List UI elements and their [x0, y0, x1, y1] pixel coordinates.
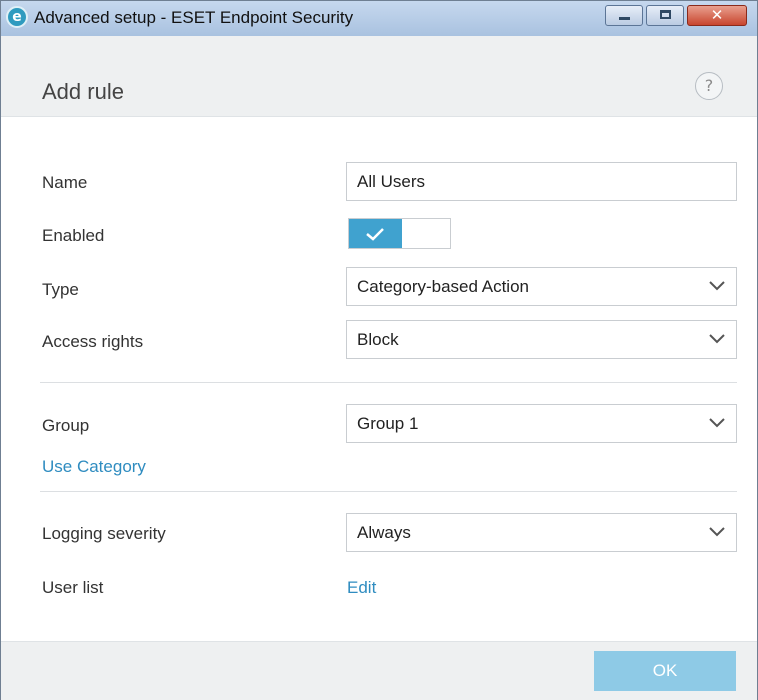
group-select-value: Group 1 — [357, 414, 419, 433]
type-select[interactable]: Category-based Action — [346, 267, 737, 306]
user-list-label: User list — [42, 578, 104, 597]
toggle-on-segment — [349, 219, 402, 248]
maximize-icon — [660, 10, 671, 19]
eset-app-icon: e — [6, 6, 28, 28]
type-label: Type — [42, 280, 79, 299]
check-icon — [366, 228, 384, 241]
enabled-label: Enabled — [42, 226, 105, 245]
help-icon[interactable]: ? — [695, 72, 723, 100]
section-divider — [40, 491, 737, 492]
chevron-down-icon — [708, 333, 726, 345]
logging-severity-label: Logging severity — [42, 524, 166, 543]
enabled-toggle[interactable] — [348, 218, 451, 249]
advanced-setup-window: e Advanced setup - ESET Endpoint Securit… — [0, 0, 758, 700]
dialog-footer: OK — [1, 641, 757, 700]
group-label: Group — [42, 416, 90, 435]
name-input-value: All Users — [357, 172, 426, 191]
minimize-button[interactable] — [605, 5, 643, 26]
maximize-button[interactable] — [646, 5, 684, 26]
group-select[interactable]: Group 1 — [346, 404, 737, 443]
user-list-edit-link[interactable]: Edit — [347, 578, 376, 598]
title-bar[interactable]: e Advanced setup - ESET Endpoint Securit… — [1, 1, 757, 36]
close-button[interactable]: ✕ — [687, 5, 747, 26]
access-rights-label: Access rights — [42, 332, 144, 351]
access-rights-select[interactable]: Block — [346, 320, 737, 359]
use-category-link[interactable]: Use Category — [42, 457, 146, 477]
type-select-value: Category-based Action — [357, 277, 529, 296]
close-icon: ✕ — [710, 6, 724, 24]
chevron-down-icon — [708, 280, 726, 292]
dialog-header: Add rule ? — [1, 36, 757, 117]
chevron-down-icon — [708, 417, 726, 429]
page-title: Add rule — [42, 79, 124, 104]
logging-severity-select-value: Always — [357, 523, 411, 542]
name-input[interactable]: All Users — [346, 162, 737, 201]
ok-button[interactable]: OK — [594, 651, 736, 691]
access-rights-select-value: Block — [357, 330, 399, 349]
name-label: Name — [42, 173, 88, 192]
minimize-icon — [619, 17, 630, 20]
window-title: Advanced setup - ESET Endpoint Security — [34, 8, 354, 27]
logging-severity-select[interactable]: Always — [346, 513, 737, 552]
chevron-down-icon — [708, 526, 726, 538]
section-divider — [40, 382, 737, 383]
